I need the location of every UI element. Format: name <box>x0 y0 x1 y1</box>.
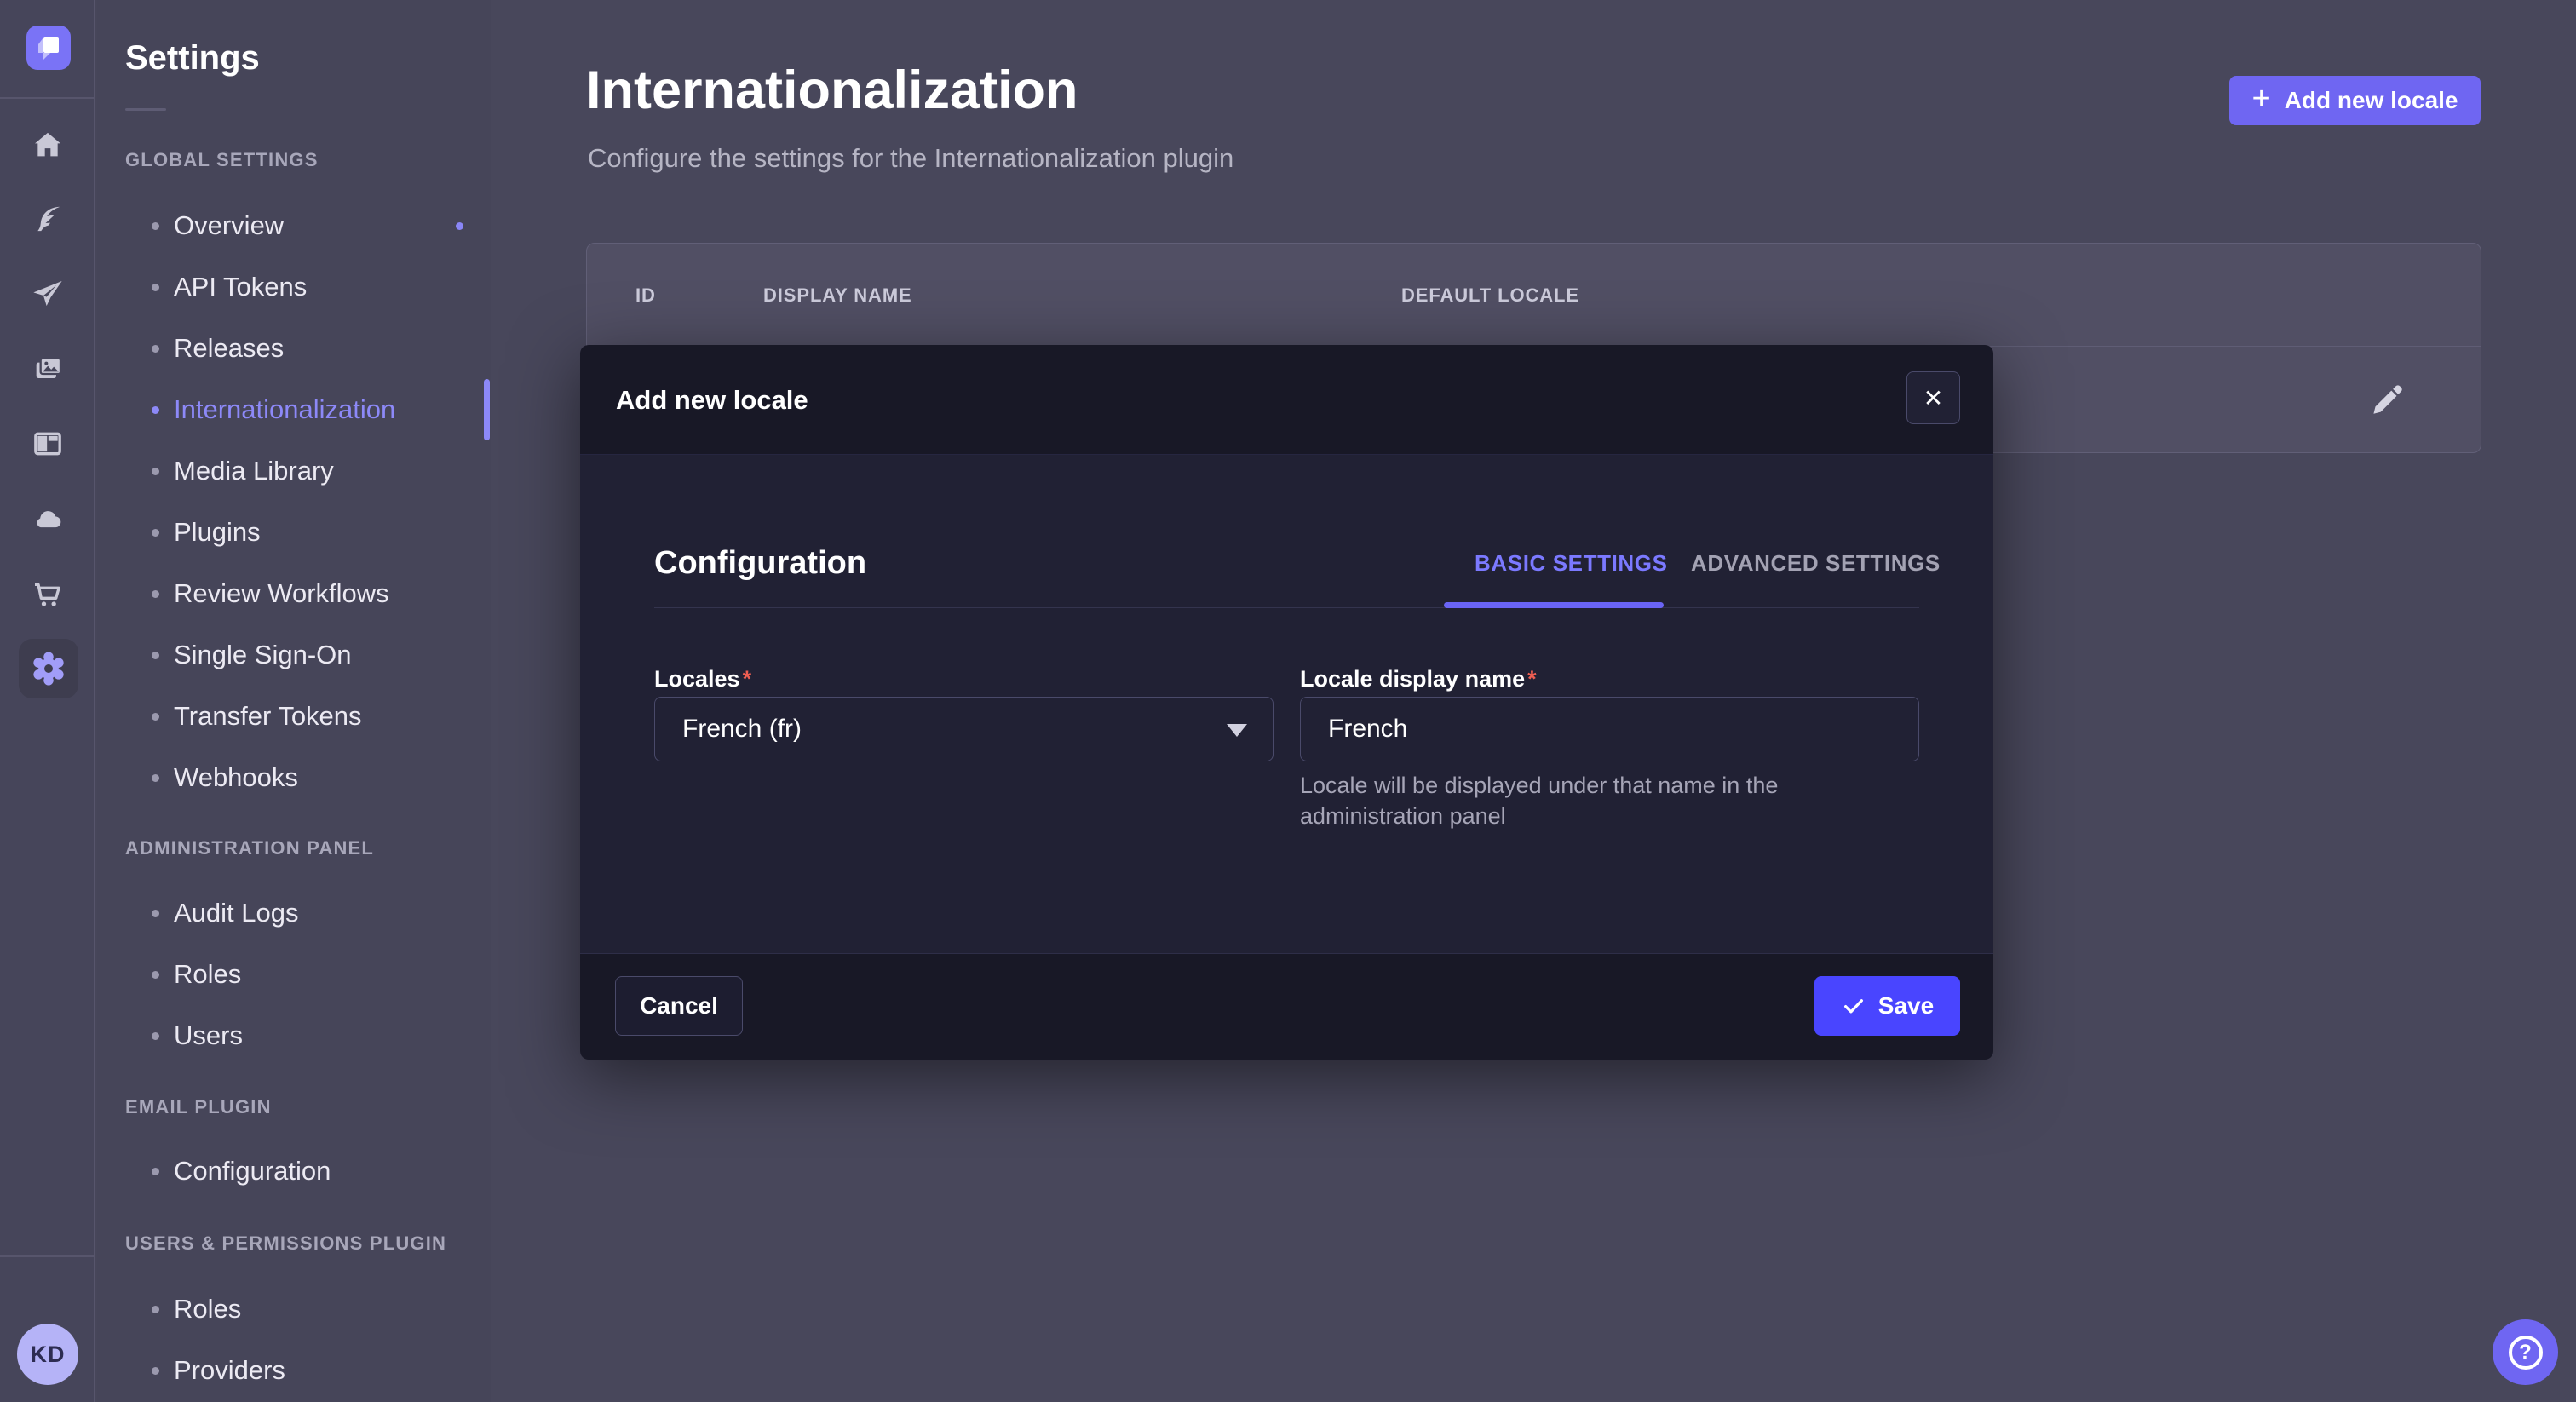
media-library-images-icon[interactable] <box>31 353 65 387</box>
avatar[interactable]: KD <box>17 1324 78 1385</box>
section-administration-panel: ADMINISTRATION PANEL <box>125 837 374 859</box>
settings-subnav: Settings GLOBAL SETTINGS Overview API To… <box>97 0 491 1402</box>
bullet-icon <box>152 345 159 353</box>
bullet-icon <box>152 222 159 230</box>
save-button[interactable]: Save <box>1814 976 1960 1036</box>
sidebar-item-admin-roles[interactable]: Roles <box>97 959 491 990</box>
column-header-display-name: DISPLAY NAME <box>763 284 912 307</box>
modal-footer: Cancel Save <box>580 953 1993 1060</box>
close-button[interactable]: ✕ <box>1906 371 1960 424</box>
required-asterisk: * <box>743 666 752 692</box>
sidebar-item-plugins[interactable]: Plugins <box>97 517 491 548</box>
section-users-permissions-plugin: USERS & PERMISSIONS PLUGIN <box>125 1232 446 1255</box>
configuration-heading: Configuration <box>654 545 866 582</box>
sidebar-item-overview[interactable]: Overview <box>97 210 491 241</box>
marketplace-cart-icon[interactable] <box>31 577 65 612</box>
settings-gear-button[interactable] <box>19 639 78 698</box>
rail-divider <box>0 1255 95 1257</box>
section-global-settings: GLOBAL SETTINGS <box>125 149 319 171</box>
required-asterisk: * <box>1527 666 1537 692</box>
bullet-icon <box>152 1168 159 1175</box>
modal-title: Add new locale <box>616 345 808 455</box>
sidebar-item-email-configuration[interactable]: Configuration <box>97 1156 491 1187</box>
section-email-plugin: EMAIL PLUGIN <box>125 1096 272 1118</box>
help-button[interactable]: ? <box>2493 1319 2558 1385</box>
bullet-icon <box>152 468 159 475</box>
sidebar-item-admin-users[interactable]: Users <box>97 1020 491 1051</box>
sidebar-item-internationalization[interactable]: Internationalization <box>97 394 491 425</box>
bullet-icon <box>152 713 159 721</box>
bullet-icon <box>152 590 159 598</box>
bullet-icon <box>152 406 159 414</box>
bullet-icon <box>152 774 159 782</box>
tab-basic-settings[interactable]: BASIC SETTINGS <box>1475 550 1668 577</box>
icon-rail: KD <box>0 0 95 1402</box>
column-header-id: ID <box>635 284 656 307</box>
page-title: Internationalization <box>586 60 1078 121</box>
cloud-icon[interactable] <box>31 503 65 537</box>
strapi-logo-icon <box>35 34 62 61</box>
rail-divider <box>0 97 95 99</box>
chevron-down-icon <box>1227 724 1247 737</box>
modal-header: Add new locale ✕ <box>580 345 1993 455</box>
bullet-icon <box>152 652 159 659</box>
releases-paper-plane-icon[interactable] <box>31 277 65 311</box>
display-name-hint: Locale will be displayed under that name… <box>1300 770 1896 831</box>
question-mark-icon: ? <box>2509 1336 2543 1370</box>
subnav-title: Settings <box>125 39 260 78</box>
modal-body: Configuration BASIC SETTINGS ADVANCED SE… <box>580 455 1993 953</box>
bullet-icon <box>152 1306 159 1313</box>
add-new-locale-button[interactable]: + Add new locale <box>2229 76 2481 125</box>
sidebar-item-api-tokens[interactable]: API Tokens <box>97 272 491 302</box>
add-new-locale-modal: Add new locale ✕ Configuration BASIC SET… <box>580 345 1993 1060</box>
close-icon: ✕ <box>1923 384 1943 412</box>
cancel-button[interactable]: Cancel <box>615 976 743 1036</box>
sidebar-item-single-sign-on[interactable]: Single Sign-On <box>97 640 491 670</box>
column-header-default-locale: DEFAULT LOCALE <box>1401 284 1579 307</box>
active-item-indicator <box>484 379 490 440</box>
sidebar-item-media-library[interactable]: Media Library <box>97 456 491 486</box>
sidebar-item-up-providers[interactable]: Providers <box>97 1355 491 1386</box>
sidebar-item-transfer-tokens[interactable]: Transfer Tokens <box>97 701 491 732</box>
sidebar-item-review-workflows[interactable]: Review Workflows <box>97 578 491 609</box>
bullet-icon <box>152 1367 159 1375</box>
active-tab-underline <box>1444 602 1664 608</box>
tab-advanced-settings[interactable]: ADVANCED SETTINGS <box>1691 550 1941 577</box>
strapi-logo[interactable] <box>26 26 71 70</box>
bullet-icon <box>152 1032 159 1040</box>
check-icon <box>1841 993 1866 1019</box>
locales-select[interactable]: French (fr) <box>654 697 1274 761</box>
bullet-icon <box>152 910 159 917</box>
plus-icon: + <box>2251 83 2270 115</box>
locale-display-name-input[interactable]: French <box>1300 697 1919 761</box>
tabs-divider <box>654 607 1919 608</box>
sidebar-item-webhooks[interactable]: Webhooks <box>97 762 491 793</box>
page-subtitle: Configure the settings for the Internati… <box>588 143 1233 174</box>
subnav-title-divider <box>125 108 166 111</box>
edit-pencil-icon[interactable] <box>2365 377 2407 420</box>
sidebar-item-up-roles[interactable]: Roles <box>97 1294 491 1324</box>
locales-label: Locales* <box>654 666 751 692</box>
gear-icon <box>29 649 68 688</box>
sidebar-item-releases[interactable]: Releases <box>97 333 491 364</box>
bullet-icon <box>152 529 159 537</box>
sidebar-item-audit-logs[interactable]: Audit Logs <box>97 898 491 928</box>
locale-display-name-label: Locale display name* <box>1300 666 1537 692</box>
bullet-icon <box>152 971 159 979</box>
content-type-builder-layout-icon[interactable] <box>31 427 65 461</box>
notification-dot <box>456 222 463 230</box>
content-manager-feather-icon[interactable] <box>31 202 65 236</box>
bullet-icon <box>152 284 159 291</box>
home-icon[interactable] <box>31 128 65 162</box>
